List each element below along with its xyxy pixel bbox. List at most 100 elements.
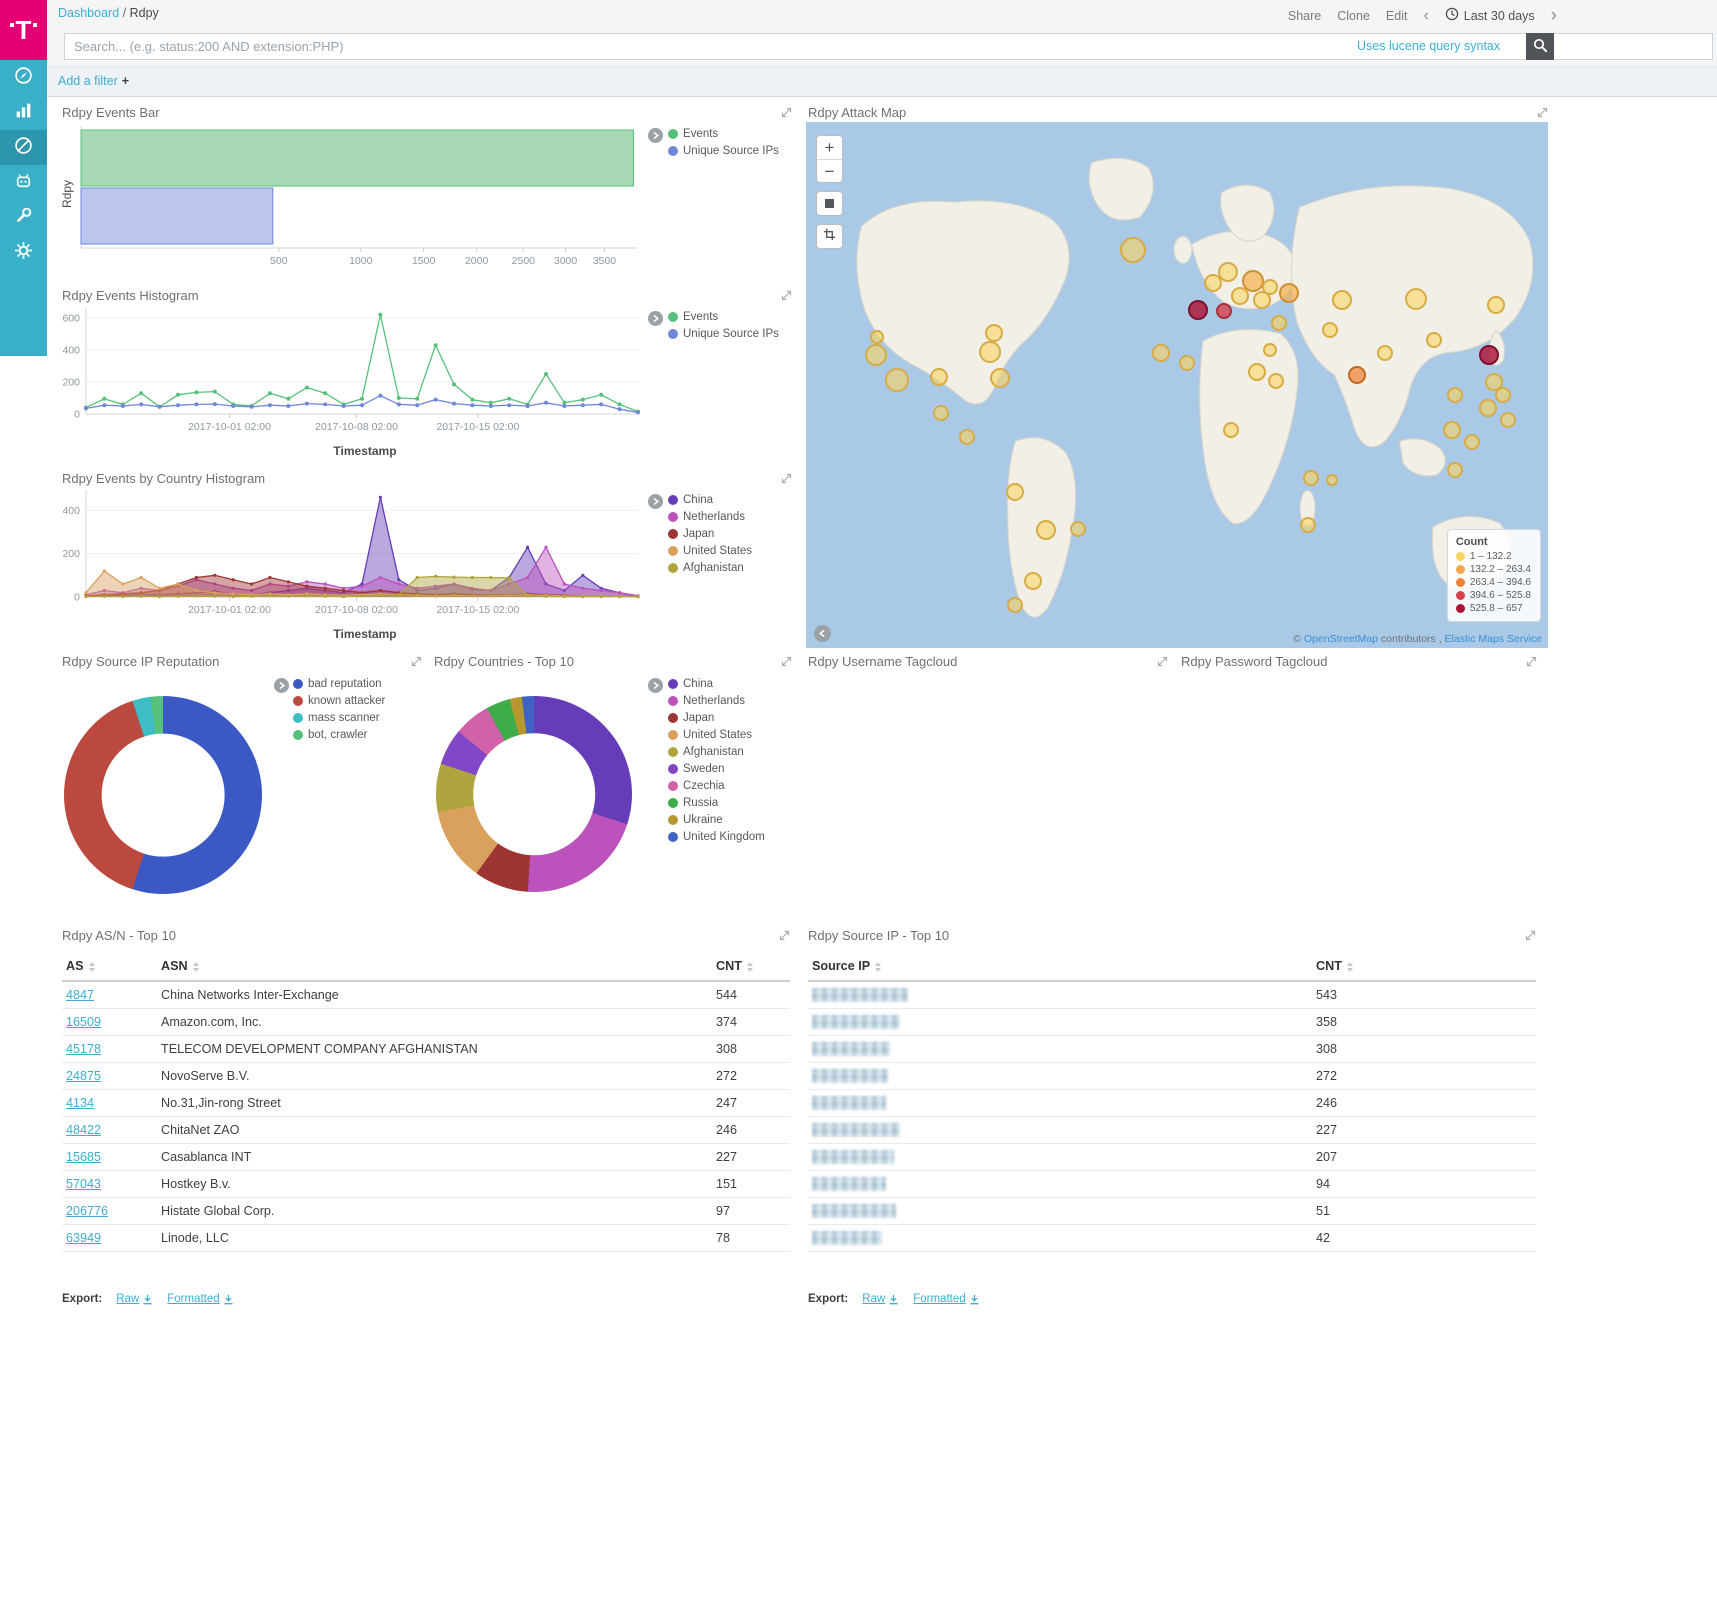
legend-item[interactable]: Netherlands bbox=[668, 511, 818, 523]
map-bubble[interactable] bbox=[870, 330, 884, 344]
legend-toggle-icon[interactable] bbox=[648, 678, 663, 693]
map-bubble[interactable] bbox=[1248, 363, 1266, 381]
export-formatted-link[interactable]: Formatted bbox=[913, 1293, 979, 1305]
fit-bounds-button[interactable] bbox=[816, 191, 843, 216]
time-back-chevron[interactable]: ‹ bbox=[1423, 8, 1428, 24]
map-bubble[interactable] bbox=[1223, 422, 1239, 438]
map-bubble[interactable] bbox=[1348, 366, 1366, 384]
legend-item[interactable]: China bbox=[668, 678, 818, 690]
legend-toggle-icon[interactable] bbox=[648, 311, 663, 326]
sidebar-item-management[interactable] bbox=[0, 235, 47, 270]
map-bubble[interactable] bbox=[959, 429, 975, 445]
legend-toggle-icon[interactable] bbox=[274, 678, 289, 693]
legend-item[interactable]: United States bbox=[668, 545, 818, 557]
osm-link[interactable]: OpenStreetMap bbox=[1304, 633, 1378, 645]
sidebar-item-honeypot[interactable] bbox=[0, 165, 47, 200]
map-bubble[interactable] bbox=[1179, 355, 1195, 371]
legend-item[interactable]: Japan bbox=[668, 712, 818, 724]
map-bubble[interactable] bbox=[1279, 283, 1299, 303]
map-bubble[interactable] bbox=[1231, 287, 1249, 305]
column-header-asn[interactable]: ASN bbox=[157, 952, 712, 981]
legend-item[interactable]: Events bbox=[668, 311, 818, 323]
map-bubble[interactable] bbox=[1495, 387, 1511, 403]
legend-item[interactable]: Ukraine bbox=[668, 814, 818, 826]
as-link[interactable]: 16509 bbox=[66, 1015, 101, 1029]
share-button[interactable]: Share bbox=[1288, 9, 1321, 23]
map-bubble[interactable] bbox=[1152, 344, 1170, 362]
legend-item[interactable]: Russia bbox=[668, 797, 818, 809]
map-bubble[interactable] bbox=[1300, 517, 1316, 533]
export-formatted-link[interactable]: Formatted bbox=[167, 1293, 233, 1305]
legend-item[interactable]: China bbox=[668, 494, 818, 506]
export-raw-link[interactable]: Raw bbox=[116, 1293, 153, 1305]
edit-button[interactable]: Edit bbox=[1386, 9, 1408, 23]
as-link[interactable]: 4134 bbox=[66, 1096, 94, 1110]
sidebar-item-devtools[interactable] bbox=[0, 200, 47, 235]
map-bubble[interactable] bbox=[1218, 262, 1238, 282]
as-link[interactable]: 48422 bbox=[66, 1123, 101, 1137]
map-bubble[interactable] bbox=[1263, 343, 1277, 357]
as-link[interactable]: 45178 bbox=[66, 1042, 101, 1056]
map-bubble[interactable] bbox=[1405, 288, 1427, 310]
legend-item[interactable]: bot, crawler bbox=[293, 729, 423, 741]
breadcrumb-dashboard-link[interactable]: Dashboard bbox=[58, 6, 119, 20]
export-raw-link[interactable]: Raw bbox=[862, 1293, 899, 1305]
map-bubble[interactable] bbox=[1007, 597, 1023, 613]
map-bubble[interactable] bbox=[1322, 322, 1338, 338]
attribution-toggle-button[interactable] bbox=[814, 625, 831, 642]
map-bubble[interactable] bbox=[865, 344, 887, 366]
attack-map[interactable]: + − Count 1 – 132.2132.2 – 263.4263.4 – … bbox=[806, 122, 1548, 648]
map-bubble[interactable] bbox=[1377, 345, 1393, 361]
map-bubble[interactable] bbox=[1479, 345, 1499, 365]
sidebar-item-discover[interactable] bbox=[0, 60, 47, 95]
ems-link[interactable]: Elastic Maps Service bbox=[1445, 633, 1542, 645]
map-bubble[interactable] bbox=[1443, 421, 1461, 439]
map-bubble[interactable] bbox=[1464, 434, 1480, 450]
expand-icon[interactable] bbox=[1537, 107, 1548, 118]
expand-icon[interactable] bbox=[781, 107, 792, 118]
as-link[interactable]: 24875 bbox=[66, 1069, 101, 1083]
search-button[interactable] bbox=[1526, 33, 1554, 60]
column-header-cnt[interactable]: CNT bbox=[712, 952, 790, 981]
legend-item[interactable]: Unique Source IPs bbox=[668, 328, 818, 340]
map-bubble[interactable] bbox=[979, 341, 1001, 363]
countries-donut-chart[interactable] bbox=[436, 696, 632, 892]
column-header-cnt[interactable]: CNT bbox=[1312, 952, 1536, 981]
reputation-donut-chart[interactable] bbox=[64, 696, 262, 894]
map-bubble[interactable] bbox=[1303, 470, 1319, 486]
as-link[interactable]: 206776 bbox=[66, 1204, 108, 1218]
legend-item[interactable]: bad reputation bbox=[293, 678, 423, 690]
legend-item[interactable]: mass scanner bbox=[293, 712, 423, 724]
events-bar-chart[interactable]: 500100015002000250030003500 bbox=[62, 120, 662, 275]
events-histogram-chart[interactable]: 02004006002017-10-01 02:002017-10-08 02:… bbox=[56, 302, 656, 444]
as-link[interactable]: 15685 bbox=[66, 1150, 101, 1164]
map-bubble[interactable] bbox=[1024, 572, 1042, 590]
legend-item[interactable]: Afghanistan bbox=[668, 746, 818, 758]
map-bubble[interactable] bbox=[1120, 237, 1146, 263]
telekom-logo[interactable]: T bbox=[0, 0, 47, 60]
expand-icon[interactable] bbox=[781, 473, 792, 484]
time-forward-chevron[interactable]: › bbox=[1551, 6, 1557, 25]
legend-item[interactable]: Netherlands bbox=[668, 695, 818, 707]
map-bubble[interactable] bbox=[1487, 296, 1505, 314]
as-link[interactable]: 4847 bbox=[66, 988, 94, 1002]
add-filter-button[interactable]: Add a filter+ bbox=[58, 74, 129, 88]
map-bubble[interactable] bbox=[1447, 387, 1463, 403]
map-bubble[interactable] bbox=[1070, 521, 1086, 537]
legend-item[interactable]: Japan bbox=[668, 528, 818, 540]
legend-item[interactable]: Unique Source IPs bbox=[668, 145, 818, 157]
expand-icon[interactable] bbox=[781, 290, 792, 301]
expand-icon[interactable] bbox=[1157, 656, 1168, 667]
legend-item[interactable]: Sweden bbox=[668, 763, 818, 775]
legend-item[interactable]: Afghanistan bbox=[668, 562, 818, 574]
legend-item[interactable]: United Kingdom bbox=[668, 831, 818, 843]
column-header-as[interactable]: AS bbox=[62, 952, 157, 981]
map-bubble[interactable] bbox=[930, 368, 948, 386]
legend-item[interactable]: United States bbox=[668, 729, 818, 741]
expand-icon[interactable] bbox=[1526, 656, 1537, 667]
zoom-out-button[interactable]: − bbox=[817, 160, 842, 183]
clone-button[interactable]: Clone bbox=[1337, 9, 1370, 23]
sidebar-item-visualize[interactable] bbox=[0, 95, 47, 130]
expand-icon[interactable] bbox=[781, 656, 792, 667]
legend-item[interactable]: Events bbox=[668, 128, 818, 140]
